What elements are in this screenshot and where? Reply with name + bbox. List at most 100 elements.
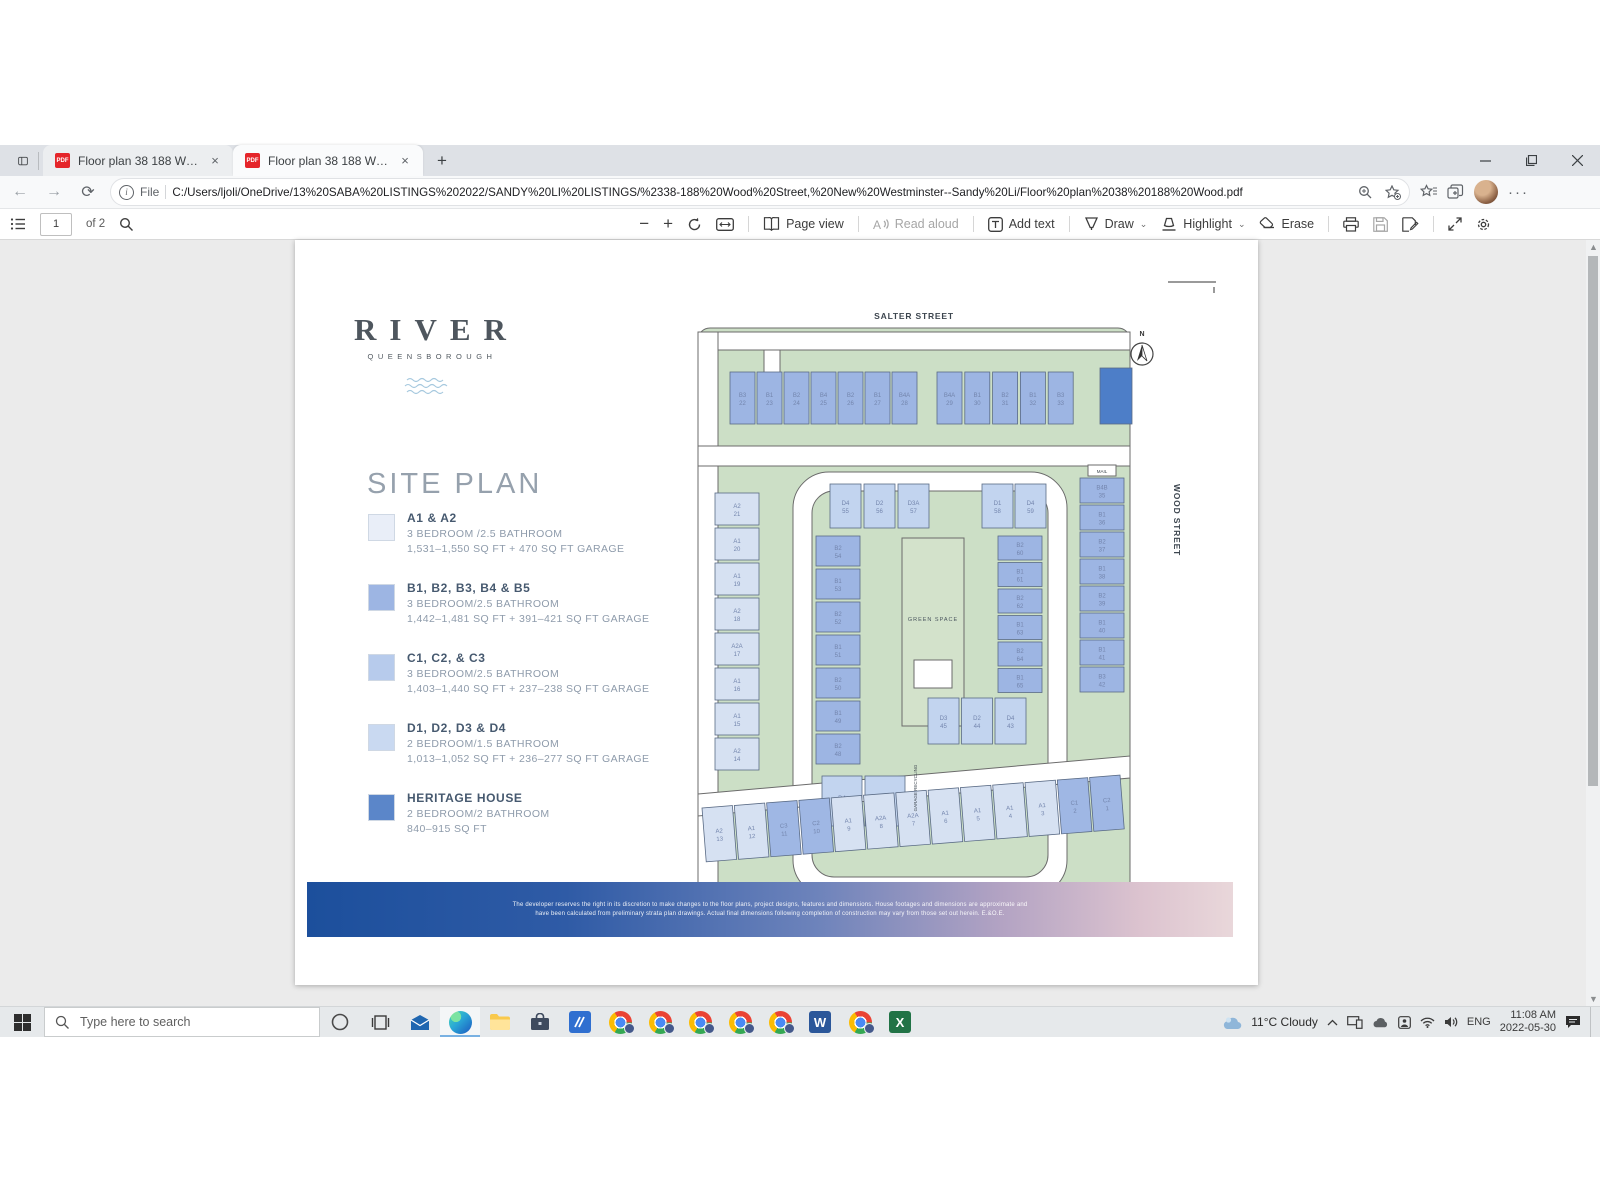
- svg-text:48: 48: [835, 752, 842, 758]
- browser-menu-icon[interactable]: ···: [1508, 184, 1529, 201]
- page-info-icon[interactable]: i: [119, 185, 134, 200]
- svg-text:B1: B1: [974, 393, 982, 399]
- your-phone-icon[interactable]: [1347, 1016, 1363, 1029]
- svg-text:A1: A1: [1038, 803, 1046, 810]
- tab-close-icon[interactable]: ×: [397, 153, 413, 169]
- svg-text:B4A: B4A: [899, 393, 910, 399]
- page-number-input[interactable]: [40, 213, 72, 236]
- tab-separator: [38, 152, 39, 170]
- svg-text:45: 45: [940, 724, 947, 730]
- search-input[interactable]: [78, 1014, 282, 1030]
- scrollbar-thumb[interactable]: [1588, 256, 1598, 786]
- show-desktop-button[interactable]: [1590, 1007, 1596, 1037]
- fit-width-icon[interactable]: [716, 218, 734, 231]
- svg-text:C3: C3: [780, 823, 789, 830]
- svg-text:29: 29: [946, 401, 953, 407]
- draw-button[interactable]: Draw ⌄: [1084, 217, 1148, 231]
- svg-text:11: 11: [781, 831, 788, 838]
- svg-text:24: 24: [793, 401, 800, 407]
- legend-title: B1, B2, B3, B4 & B5: [407, 581, 668, 595]
- chrome-icon-5[interactable]: [760, 1007, 800, 1037]
- highlight-dropdown-icon[interactable]: ⌄: [1238, 219, 1246, 230]
- network-icon[interactable]: [1420, 1017, 1435, 1028]
- tab-actions-icon[interactable]: [12, 151, 34, 171]
- tray-app-icon[interactable]: [1398, 1016, 1411, 1029]
- clock[interactable]: 11:08 AM2022-05-30: [1500, 1009, 1556, 1035]
- toc-icon[interactable]: [10, 217, 26, 231]
- close-icon[interactable]: [1554, 145, 1600, 176]
- chrome-icon-6[interactable]: [840, 1007, 880, 1037]
- disclaimer-text: have been calculated from preliminary st…: [535, 910, 1004, 919]
- word-icon[interactable]: W: [800, 1007, 840, 1037]
- tab-2[interactable]: PDF Floor plan 38 188 Wood.pdf ×: [233, 145, 423, 176]
- save-icon[interactable]: [1373, 217, 1388, 232]
- legend-line: 1,013–1,052 SQ FT + 236–277 SQ FT GARAGE: [407, 753, 668, 765]
- draw-dropdown-icon[interactable]: ⌄: [1140, 219, 1148, 230]
- add-text-button[interactable]: Add text: [988, 217, 1055, 232]
- legend-swatch: [368, 724, 395, 751]
- refresh-icon[interactable]: ⟳: [74, 178, 102, 206]
- pdf-search-icon[interactable]: [119, 217, 134, 232]
- favorites-icon[interactable]: [1420, 184, 1437, 200]
- minimize-icon[interactable]: [1462, 145, 1508, 176]
- chrome-icon-3[interactable]: [680, 1007, 720, 1037]
- weather-icon[interactable]: [1222, 1015, 1242, 1030]
- save-as-icon[interactable]: [1402, 217, 1419, 232]
- task-view-icon[interactable]: [360, 1007, 400, 1037]
- read-aloud-button[interactable]: A Read aloud: [873, 217, 959, 231]
- chrome-icon-1[interactable]: [600, 1007, 640, 1037]
- print-icon[interactable]: [1343, 217, 1359, 232]
- zoom-in-icon[interactable]: +: [663, 214, 673, 234]
- settings-gear-icon[interactable]: [1476, 217, 1491, 232]
- collections-icon[interactable]: [1447, 184, 1464, 200]
- svg-text:N: N: [1139, 331, 1144, 338]
- url-scheme-label: File: [140, 185, 159, 199]
- new-tab-icon[interactable]: +: [429, 148, 455, 174]
- store-icon[interactable]: [520, 1007, 560, 1037]
- logo-title: RIVER: [348, 312, 525, 348]
- app-icon-blue-tile[interactable]: [560, 1007, 600, 1037]
- svg-text:B3: B3: [739, 393, 747, 399]
- svg-text:B4A: B4A: [944, 393, 955, 399]
- svg-text:A: A: [873, 218, 881, 231]
- file-explorer-icon[interactable]: [480, 1007, 520, 1037]
- rotate-icon[interactable]: [687, 217, 702, 232]
- forward-icon[interactable]: →: [40, 178, 68, 206]
- url-text[interactable]: C:/Users/ljoli/OneDrive/13%20SABA%20LIST…: [172, 186, 1352, 199]
- maximize-icon[interactable]: [1508, 145, 1554, 176]
- excel-icon[interactable]: X: [880, 1007, 920, 1037]
- back-icon[interactable]: ←: [6, 178, 34, 206]
- mail-icon[interactable]: [400, 1007, 440, 1037]
- page-view-button[interactable]: Page view: [763, 217, 844, 231]
- chrome-icon-2[interactable]: [640, 1007, 680, 1037]
- fullscreen-icon[interactable]: [1448, 217, 1462, 231]
- add-favorite-icon[interactable]: [1385, 185, 1401, 200]
- url-field[interactable]: i File C:/Users/ljoli/OneDrive/13%20SABA…: [110, 178, 1410, 206]
- highlight-button[interactable]: Highlight ⌄: [1161, 217, 1245, 231]
- volume-icon[interactable]: [1444, 1016, 1458, 1028]
- edge-icon[interactable]: [440, 1007, 480, 1037]
- tab-close-icon[interactable]: ×: [207, 153, 223, 169]
- language-indicator[interactable]: ENG: [1467, 1016, 1491, 1028]
- svg-text:65: 65: [1017, 684, 1024, 690]
- scroll-up-icon[interactable]: ▲: [1589, 243, 1597, 251]
- svg-text:58: 58: [994, 509, 1001, 515]
- erase-button[interactable]: Erase: [1259, 217, 1314, 231]
- profile-avatar[interactable]: [1474, 180, 1498, 204]
- scroll-down-icon[interactable]: ▼: [1589, 995, 1597, 1003]
- weather-text[interactable]: 11°C Cloudy: [1251, 1015, 1318, 1029]
- chrome-icon-4[interactable]: [720, 1007, 760, 1037]
- svg-text:B4B: B4B: [1096, 486, 1107, 492]
- svg-text:16: 16: [734, 687, 741, 693]
- tab-1[interactable]: PDF Floor plan 38 188 Wood.pdf ×: [43, 145, 233, 176]
- zoom-page-icon[interactable]: [1358, 185, 1373, 200]
- onedrive-icon[interactable]: [1372, 1017, 1389, 1028]
- legend-title: HERITAGE HOUSE: [407, 791, 668, 805]
- zoom-out-icon[interactable]: −: [639, 214, 649, 234]
- tray-expand-icon[interactable]: [1327, 1019, 1338, 1026]
- start-button[interactable]: [0, 1007, 44, 1037]
- action-center-icon[interactable]: [1565, 1015, 1581, 1029]
- svg-text:57: 57: [910, 509, 917, 515]
- taskbar-search[interactable]: [44, 1007, 320, 1037]
- cortana-icon[interactable]: [320, 1007, 360, 1037]
